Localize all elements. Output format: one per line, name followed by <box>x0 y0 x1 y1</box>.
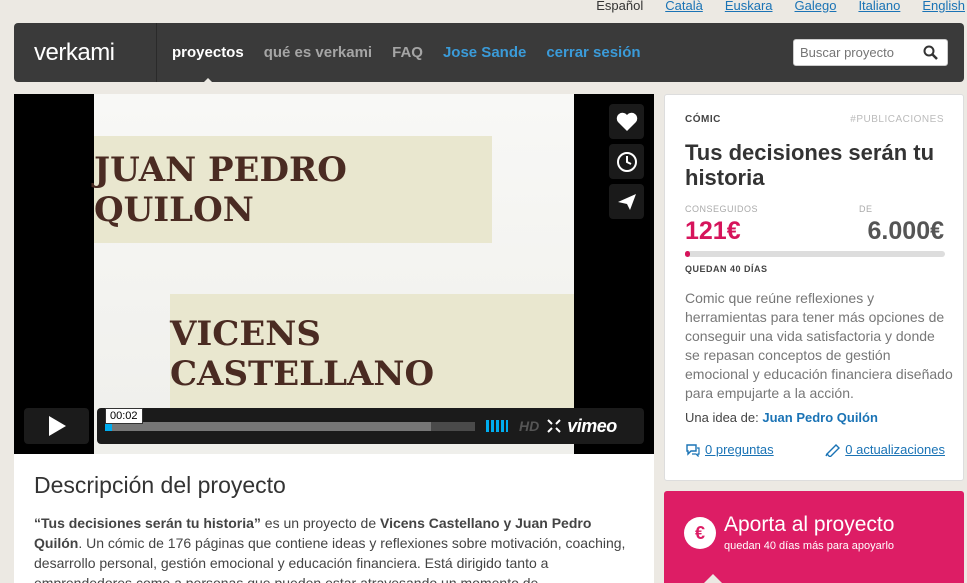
search-icon[interactable] <box>922 44 940 62</box>
lang-en[interactable]: English <box>922 0 965 14</box>
share-button[interactable] <box>609 184 644 219</box>
video-frame: JUAN PEDRO QUILON VICENS CASTELLANO <box>94 94 574 454</box>
nav-proyectos[interactable]: proyectos <box>172 44 244 85</box>
vimeo-logo[interactable]: vimeo <box>567 416 617 437</box>
nav-user-profile[interactable]: Jose Sande <box>443 44 526 61</box>
clock-icon <box>616 151 637 172</box>
description-quote: “Tus decisiones serán tu historia” <box>34 515 261 531</box>
updates-label: 0 actualizaciones <box>845 442 945 457</box>
questions-link[interactable]: 0 preguntas <box>685 442 774 457</box>
top-navbar: verkami proyectos qué es verkami FAQ Jos… <box>14 23 964 85</box>
seek-bar-container: 00:02 HD vimeo <box>97 407 644 444</box>
description-text: “Tus decisiones serán tu historia” es un… <box>34 513 634 583</box>
project-links: 0 preguntas 0 actualizaciones <box>685 442 945 457</box>
support-subtitle: quedan 40 días más para apoyarlo <box>724 540 895 552</box>
like-button[interactable] <box>609 104 644 139</box>
idea-label: Una idea de: <box>685 410 759 425</box>
questions-label: 0 preguntas <box>705 442 774 457</box>
megaphone-icon <box>825 443 841 457</box>
volume-icon[interactable] <box>485 419 509 433</box>
nav-logout[interactable]: cerrar sesión <box>546 44 640 61</box>
loaded-indicator <box>105 421 431 431</box>
seek-bar[interactable]: 00:02 <box>105 407 475 431</box>
project-category[interactable]: CÓMIC <box>685 114 721 125</box>
title-card-1: JUAN PEDRO QUILON <box>94 136 492 243</box>
hd-toggle[interactable]: HD <box>519 418 539 434</box>
project-idea-by: Una idea de: Juan Pedro Quilón <box>685 410 878 425</box>
play-button[interactable] <box>24 408 89 444</box>
lang-es[interactable]: Español <box>596 0 643 14</box>
support-title: Aporta al proyecto <box>724 513 895 536</box>
heart-icon <box>616 112 637 131</box>
updates-link[interactable]: 0 actualizaciones <box>825 442 945 457</box>
play-icon <box>48 416 66 436</box>
project-title: Tus decisiones serán tu historia <box>685 140 935 190</box>
days-left: QUEDAN 40 DÍAS <box>685 264 768 274</box>
lang-gl[interactable]: Galego <box>795 0 837 14</box>
current-time: 00:02 <box>105 407 143 424</box>
verkami-logo[interactable]: verkami <box>14 23 157 82</box>
lang-ca[interactable]: Català <box>665 0 703 14</box>
project-description: Descripción del proyecto “Tus decisiones… <box>14 454 654 583</box>
nav-que-es-verkami[interactable]: qué es verkami <box>264 44 372 61</box>
euro-icon: € <box>684 517 716 549</box>
support-notch <box>704 565 722 583</box>
search-box <box>793 39 948 66</box>
raised-amount: 121€ <box>685 217 741 245</box>
project-summary: Comic que reúne reflexiones y herramient… <box>685 290 953 401</box>
funding-progress-bar <box>685 251 945 257</box>
video-controls: 00:02 HD vimeo <box>24 407 644 444</box>
goal-amount: 6.000€ <box>867 217 944 245</box>
fullscreen-icon[interactable] <box>547 419 561 433</box>
video-player[interactable]: JUAN PEDRO QUILON VICENS CASTELLANO 00:0… <box>14 94 654 454</box>
project-tag[interactable]: #PUBLICACIONES <box>850 114 944 125</box>
language-bar: Español Català Euskara Galego Italiano E… <box>596 0 967 14</box>
description-text-2: . Un cómic de 176 páginas que contiene i… <box>34 535 626 583</box>
lang-it[interactable]: Italiano <box>858 0 900 14</box>
send-icon <box>617 193 636 210</box>
watch-later-button[interactable] <box>609 144 644 179</box>
project-summary-card: CÓMIC #PUBLICACIONES Tus decisiones será… <box>664 94 964 481</box>
raised-label: CONSEGUIDOS <box>685 204 759 214</box>
author-link[interactable]: Juan Pedro Quilón <box>762 410 878 425</box>
chat-icon <box>686 443 700 457</box>
goal-label: DE <box>859 204 873 214</box>
description-text-1: es un proyecto de <box>260 515 380 531</box>
support-project-button[interactable]: € Aporta al proyecto quedan 40 días más … <box>664 491 964 583</box>
description-heading: Descripción del proyecto <box>34 472 286 498</box>
search-input[interactable] <box>794 45 922 60</box>
title-card-2: VICENS CASTELLANO <box>170 294 574 414</box>
funding-progress-fill <box>685 251 691 257</box>
nav-faq[interactable]: FAQ <box>392 44 423 61</box>
lang-eu[interactable]: Euskara <box>725 0 773 14</box>
